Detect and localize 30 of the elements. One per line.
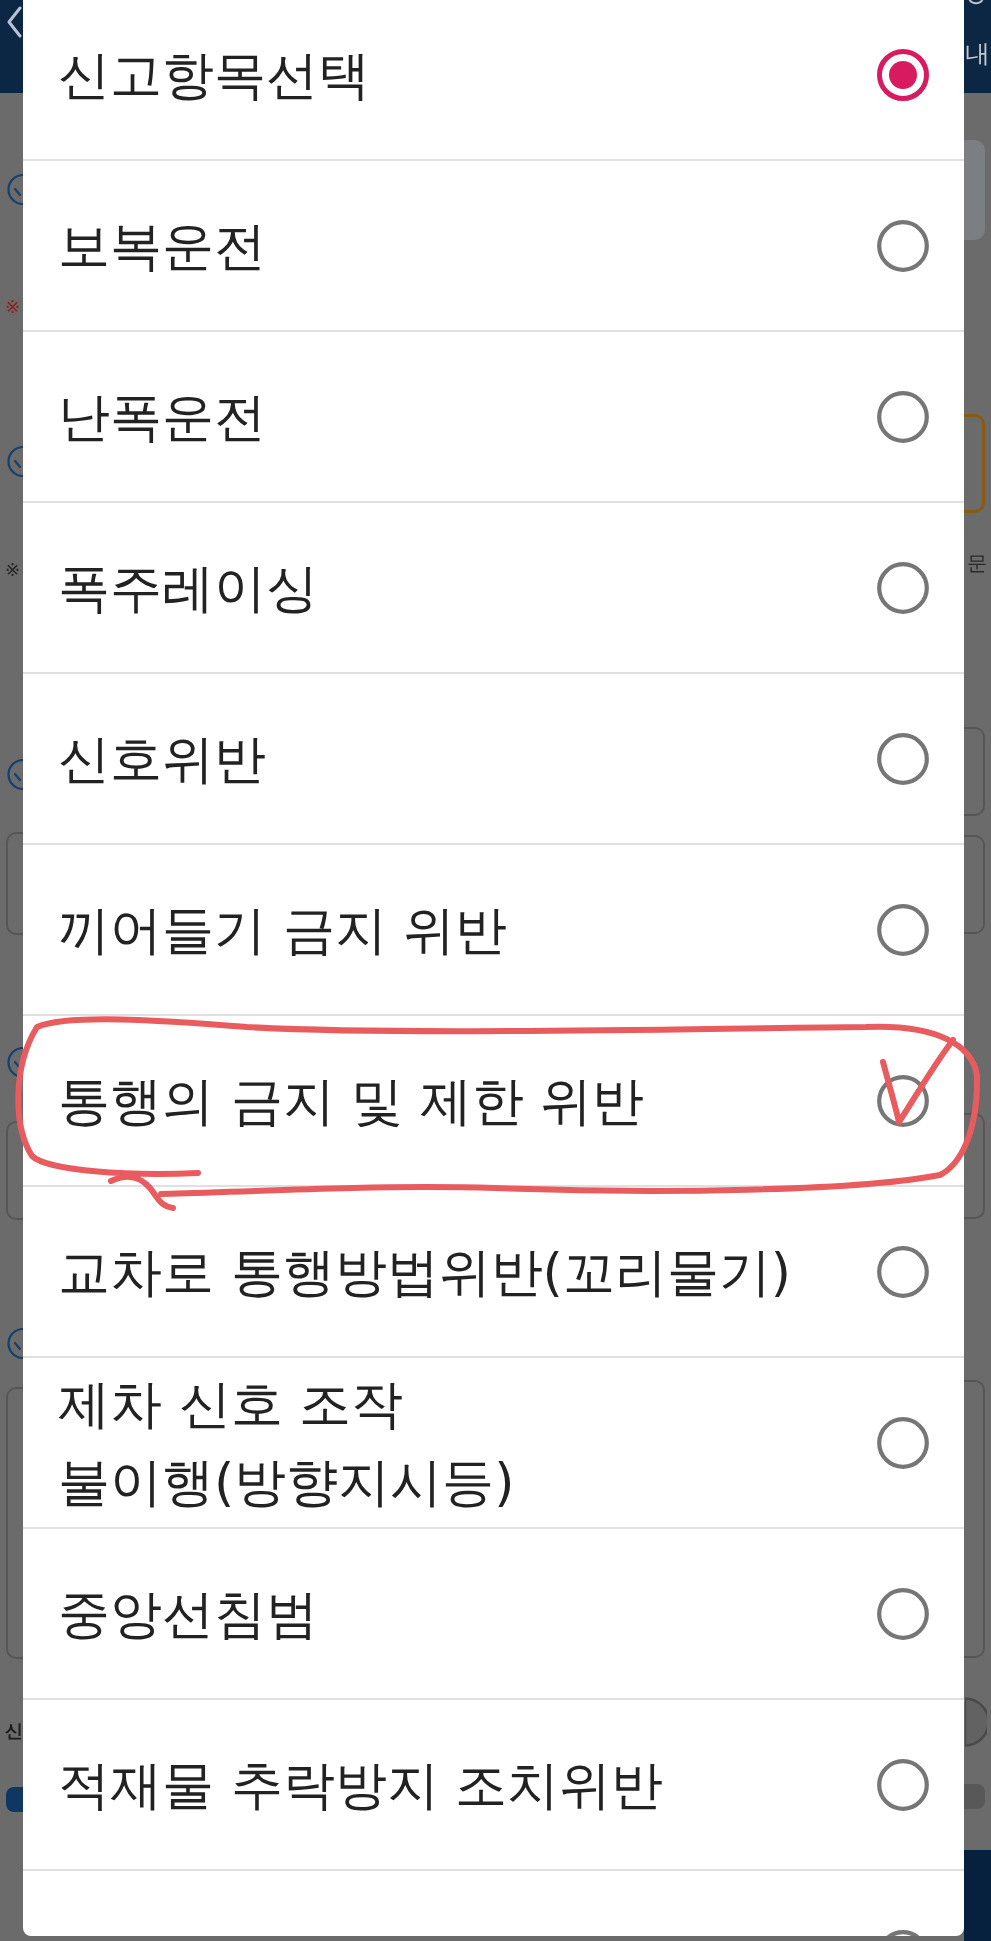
bar-segment: [6, 1787, 23, 1812]
option-item[interactable]: 보복운전: [23, 161, 964, 332]
option-item[interactable]: 제차 신호 조작 불이행(방향지시등): [23, 1358, 964, 1529]
option-item[interactable]: 교차로 통행방법위반(꼬리물기): [23, 1187, 964, 1358]
radio-button[interactable]: [877, 1074, 929, 1127]
radio-button[interactable]: [877, 1587, 929, 1640]
radio-button[interactable]: [877, 1245, 929, 1298]
radio-button[interactable]: [877, 390, 929, 443]
radio-button[interactable]: [877, 1416, 929, 1469]
note-mark: ※: [5, 559, 21, 581]
bar-segment: [964, 1784, 985, 1809]
option-item[interactable]: 끼어들기 금지 위반: [23, 845, 964, 1016]
radio-button[interactable]: [877, 903, 929, 956]
option-item[interactable]: 신호위반: [23, 674, 964, 845]
radio-button[interactable]: [877, 1758, 929, 1811]
radio-button[interactable]: [877, 732, 929, 785]
option-item[interactable]: 통행의 금지 및 제한 위반: [23, 1016, 964, 1187]
option-item[interactable]: 중앙선침범: [23, 1529, 964, 1700]
option-item[interactable]: 신고항목선택: [23, 0, 964, 161]
chevron-left-icon[interactable]: [6, 6, 22, 38]
label-text: 신: [5, 1719, 23, 1743]
radio-button[interactable]: [877, 561, 929, 614]
note-mark: ※: [5, 296, 21, 318]
radio-button[interactable]: [877, 219, 929, 272]
label-text: 문: [967, 550, 987, 577]
radio-button[interactable]: [877, 48, 929, 101]
option-item[interactable]: 적재물 추락방지 조치위반: [23, 1700, 964, 1871]
option-item[interactable]: 폭주레이싱: [23, 503, 964, 674]
header-text: 내: [965, 39, 990, 69]
option-item[interactable]: 난폭운전: [23, 332, 964, 503]
